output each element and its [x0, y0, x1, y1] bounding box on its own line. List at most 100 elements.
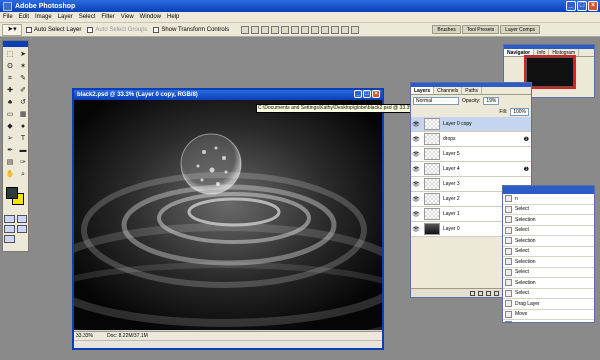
- history-brush-icon[interactable]: ↺: [17, 97, 29, 108]
- align-hcenter-icon[interactable]: [281, 25, 290, 34]
- history-header[interactable]: [503, 186, 594, 194]
- marquee-tool-icon[interactable]: ⬚: [4, 49, 16, 60]
- visibility-eye-icon[interactable]: 👁: [411, 226, 421, 233]
- lasso-tool-icon[interactable]: ʘ: [4, 61, 16, 72]
- well-tab-tool-presets[interactable]: Tool Presets: [461, 25, 500, 34]
- maximize-button[interactable]: □: [577, 1, 587, 11]
- healing-brush-icon[interactable]: ✚: [4, 85, 16, 96]
- history-item[interactable]: Select: [503, 225, 594, 236]
- align-top-icon[interactable]: [241, 25, 250, 34]
- align-left-icon[interactable]: [271, 25, 280, 34]
- menu-view[interactable]: View: [121, 14, 134, 20]
- fill-input[interactable]: 100%: [510, 107, 529, 116]
- visibility-eye-icon[interactable]: 👁: [411, 136, 421, 143]
- standard-mode-button[interactable]: [4, 215, 15, 223]
- layer-row[interactable]: 👁 Layer 0 copy: [411, 117, 531, 132]
- layer-effects-icon[interactable]: ❷: [524, 166, 529, 173]
- layer-row[interactable]: 👁 Layer 5: [411, 147, 531, 162]
- document-titlebar[interactable]: black2.psd @ 33.3% (Layer 0 copy, RGB/8)…: [74, 90, 382, 100]
- auto-select-layer-checkbox[interactable]: Auto Select Layer: [26, 26, 81, 33]
- distribute-hcenter-icon[interactable]: [341, 25, 350, 34]
- opacity-input[interactable]: 19%: [483, 96, 500, 105]
- auto-select-groups-checkbox[interactable]: Auto Select Groups: [87, 26, 147, 33]
- zoom-tool-icon[interactable]: ⌕: [17, 169, 29, 180]
- visibility-eye-icon[interactable]: 👁: [411, 196, 421, 203]
- gradient-tool-icon[interactable]: ▦: [17, 109, 29, 120]
- menu-image[interactable]: Image: [35, 14, 52, 20]
- move-tool-preset-icon[interactable]: ➤▾: [2, 23, 22, 36]
- visibility-eye-icon[interactable]: 👁: [411, 211, 421, 218]
- dodge-tool-icon[interactable]: ●: [17, 121, 29, 132]
- doc-maximize-button[interactable]: □: [363, 90, 371, 98]
- layer-row[interactable]: 👁 Layer 4 ❷: [411, 162, 531, 177]
- screen-mode-full-button[interactable]: [16, 225, 27, 233]
- menu-edit[interactable]: Edit: [19, 14, 29, 20]
- notes-tool-icon[interactable]: ▤: [4, 157, 16, 168]
- align-vcenter-icon[interactable]: [251, 25, 260, 34]
- minimize-button[interactable]: _: [566, 1, 576, 11]
- distribute-top-icon[interactable]: [301, 25, 310, 34]
- history-item[interactable]: Selection: [503, 236, 594, 247]
- history-item[interactable]: Select: [503, 246, 594, 257]
- tab-layers[interactable]: Layers: [411, 87, 435, 94]
- blur-tool-icon[interactable]: ◆: [4, 121, 16, 132]
- quick-mask-button[interactable]: [16, 215, 27, 223]
- history-item[interactable]: Selection: [503, 278, 594, 289]
- layer-mask-icon[interactable]: [486, 290, 491, 296]
- layer-effects-icon[interactable]: ❷: [524, 136, 529, 143]
- screen-mode-standard-button[interactable]: [4, 225, 15, 233]
- history-item[interactable]: Select: [503, 204, 594, 215]
- align-right-icon[interactable]: [291, 25, 300, 34]
- distribute-right-icon[interactable]: [351, 25, 360, 34]
- history-item[interactable]: Drag Layer: [503, 299, 594, 310]
- type-tool-icon[interactable]: T: [17, 133, 29, 144]
- menu-window[interactable]: Window: [140, 14, 161, 20]
- close-button[interactable]: ×: [588, 1, 598, 11]
- slice-tool-icon[interactable]: ✎: [17, 73, 29, 84]
- tab-paths[interactable]: Paths: [462, 87, 483, 94]
- visibility-eye-icon[interactable]: 👁: [411, 181, 421, 188]
- blend-mode-select[interactable]: Normal: [413, 96, 459, 105]
- well-tab-layer-comps[interactable]: Layer Comps: [500, 25, 540, 34]
- clone-stamp-icon[interactable]: ♣: [4, 97, 16, 108]
- horizontal-scrollbar[interactable]: [74, 340, 382, 348]
- tab-channels[interactable]: Channels: [434, 87, 463, 94]
- history-item[interactable]: Drag Layer: [503, 320, 594, 322]
- zoom-level[interactable]: 33.33%: [76, 333, 93, 339]
- layer-row[interactable]: 👁 drops ❷: [411, 132, 531, 147]
- history-item[interactable]: Select: [503, 267, 594, 278]
- hand-tool-icon[interactable]: ✋: [4, 169, 16, 180]
- eraser-tool-icon[interactable]: ▭: [4, 109, 16, 120]
- pen-tool-icon[interactable]: ✒: [4, 145, 16, 156]
- link-layers-icon[interactable]: [470, 290, 475, 296]
- foreground-color-swatch[interactable]: [6, 187, 18, 199]
- history-item[interactable]: n: [503, 194, 594, 205]
- distribute-bottom-icon[interactable]: [321, 25, 330, 34]
- crop-tool-icon[interactable]: ⌗: [4, 73, 16, 84]
- menu-select[interactable]: Select: [79, 14, 96, 20]
- doc-minimize-button[interactable]: _: [354, 90, 362, 98]
- doc-size[interactable]: Doc: 8.22M/37.1M: [107, 333, 148, 339]
- history-item[interactable]: Move: [503, 309, 594, 320]
- path-selection-icon[interactable]: ➢: [4, 133, 16, 144]
- distribute-vcenter-icon[interactable]: [311, 25, 320, 34]
- distribute-left-icon[interactable]: [331, 25, 340, 34]
- magic-wand-tool-icon[interactable]: ✶: [17, 61, 29, 72]
- history-item[interactable]: Selection: [503, 257, 594, 268]
- visibility-eye-icon[interactable]: 👁: [411, 151, 421, 158]
- visibility-eye-icon[interactable]: 👁: [411, 121, 421, 128]
- align-bottom-icon[interactable]: [261, 25, 270, 34]
- visibility-eye-icon[interactable]: 👁: [411, 166, 421, 173]
- adjustment-layer-icon[interactable]: [494, 290, 499, 296]
- eyedropper-tool-icon[interactable]: ✑: [17, 157, 29, 168]
- menu-filter[interactable]: Filter: [101, 14, 114, 20]
- shape-tool-icon[interactable]: ▬: [17, 145, 29, 156]
- doc-close-button[interactable]: ×: [372, 90, 380, 98]
- menu-file[interactable]: File: [3, 14, 13, 20]
- jump-to-imageready-button[interactable]: [4, 235, 15, 243]
- move-tool-icon[interactable]: ➤: [17, 49, 29, 60]
- menu-help[interactable]: Help: [167, 14, 179, 20]
- layer-style-icon[interactable]: [478, 290, 483, 296]
- image-canvas[interactable]: [74, 100, 382, 330]
- history-item[interactable]: Selection: [503, 215, 594, 226]
